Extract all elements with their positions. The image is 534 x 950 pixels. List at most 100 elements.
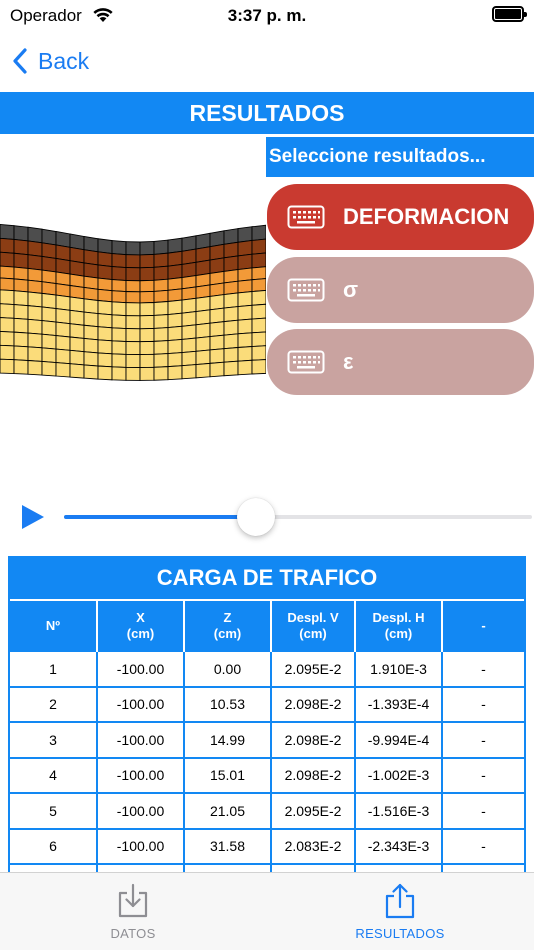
mesh-element <box>83 364 99 380</box>
deformation-mesh-view[interactable] <box>0 134 266 434</box>
mesh-element <box>251 278 266 293</box>
mesh-element <box>223 241 239 259</box>
mesh-element <box>153 289 169 303</box>
table-cell: 2 <box>10 685 98 723</box>
mesh-element <box>125 267 141 282</box>
column-header-z: Z (cm) <box>183 599 272 651</box>
mesh-element <box>153 278 169 292</box>
mesh-element <box>97 352 113 368</box>
mesh-element <box>83 337 99 354</box>
mesh-element <box>0 265 15 280</box>
mesh-element <box>209 321 225 338</box>
column-header-horizontal-displacement: Despl. H (cm) <box>354 599 443 651</box>
mesh-element <box>223 306 239 323</box>
mesh-element <box>237 226 253 243</box>
mesh-element <box>139 353 155 368</box>
mesh-element <box>209 282 225 297</box>
mesh-element <box>167 299 183 316</box>
mesh-element <box>27 254 43 271</box>
mesh-element <box>27 226 43 244</box>
mesh-element <box>237 267 253 282</box>
mesh-element <box>153 353 169 368</box>
mesh-element <box>13 238 29 256</box>
sigma-button-label: σ <box>343 277 359 302</box>
table-row[interactable]: 3 -100.00 14.99 2.098E-2 -9.994E-4- <box>10 721 524 759</box>
deformation-button[interactable]: DEFORMACION <box>267 184 534 250</box>
mesh-element <box>195 259 211 277</box>
table-cell: 1 <box>10 650 98 688</box>
table-row[interactable]: 1 -100.00 0.00 2.095E-2 1.910E-3- <box>10 650 524 688</box>
mesh-element <box>181 297 197 314</box>
table-cell: 14.99 <box>183 721 272 759</box>
table-cell: - <box>441 721 524 759</box>
mesh-element <box>181 286 197 301</box>
tab-resultados[interactable]: RESULTADOS <box>330 883 470 941</box>
mesh-element <box>153 314 169 329</box>
table-row[interactable]: 5 -100.00 21.05 2.095E-2 -1.516E-3- <box>10 792 524 830</box>
mesh-element <box>13 359 29 375</box>
keyboard-icon <box>287 205 325 229</box>
status-time: 3:37 p. m. <box>227 6 307 25</box>
sigma-button[interactable]: σ <box>267 257 534 323</box>
table-row[interactable]: 2 -100.00 10.53 2.098E-2 -1.393E-4- <box>10 685 524 723</box>
mesh-element <box>41 347 57 364</box>
table-cell: -100.00 <box>96 650 185 688</box>
table-cell <box>270 863 356 872</box>
mesh-element <box>251 317 266 334</box>
tab-resultados-label: RESULTADOS <box>355 926 445 941</box>
mesh-element <box>139 290 155 304</box>
table-row[interactable]: 4 -100.00 15.01 2.098E-2 -1.002E-3- <box>10 756 524 794</box>
table-row[interactable] <box>10 863 524 872</box>
mesh-element <box>0 277 15 292</box>
table-cell: - <box>441 756 524 794</box>
mesh-element <box>13 225 29 242</box>
play-button[interactable] <box>20 503 46 536</box>
mesh-element <box>41 242 57 259</box>
mesh-element <box>125 341 141 356</box>
table-cell: 2.098E-2 <box>270 756 356 794</box>
mesh-element <box>251 266 266 281</box>
mesh-element <box>69 260 85 277</box>
mesh-element <box>41 320 57 337</box>
slider-thumb[interactable] <box>236 498 275 536</box>
table-cell: -100.00 <box>96 685 185 723</box>
mesh-element <box>111 366 127 381</box>
table-cell: 21.05 <box>183 792 272 830</box>
mesh-element <box>83 249 99 266</box>
mesh-element <box>209 243 225 261</box>
mesh-element <box>55 348 71 365</box>
tab-datos[interactable]: DATOS <box>63 883 203 941</box>
results-selector-label: Seleccione resultados... <box>266 137 534 177</box>
mesh-element <box>237 346 253 362</box>
keyboard-icon <box>287 278 325 302</box>
mesh-element <box>27 267 43 283</box>
chevron-left-icon <box>13 48 27 74</box>
mesh-element <box>125 291 141 304</box>
mesh-element <box>83 324 99 341</box>
mesh-element <box>0 330 15 347</box>
mesh-element <box>111 340 127 355</box>
table-cell: 10.53 <box>183 685 272 723</box>
mesh-element <box>55 321 71 338</box>
tab-datos-label: DATOS <box>110 926 156 941</box>
back-button[interactable]: Back <box>12 44 89 78</box>
mesh-element <box>41 281 57 296</box>
table-cell: -1.393E-4 <box>354 685 443 723</box>
mesh-element <box>55 294 71 311</box>
epsilon-button[interactable]: ε <box>267 329 534 395</box>
mesh-element <box>251 238 266 255</box>
mesh-element <box>153 301 169 316</box>
table-row[interactable]: 6 -100.00 31.58 2.083E-2 -2.343E-3- <box>10 827 524 865</box>
column-header-x: X (cm) <box>96 599 185 651</box>
mesh-element <box>139 314 155 330</box>
table-cell: -1.002E-3 <box>354 756 443 794</box>
mesh-element <box>55 362 71 378</box>
mesh-element <box>111 327 127 342</box>
mesh-element <box>27 240 43 257</box>
keyboard-icon <box>287 350 325 374</box>
slider-fill <box>64 515 256 519</box>
mesh-element <box>237 332 253 348</box>
mesh-element <box>125 328 141 343</box>
animation-slider[interactable] <box>64 498 532 536</box>
mesh-element <box>167 338 183 355</box>
